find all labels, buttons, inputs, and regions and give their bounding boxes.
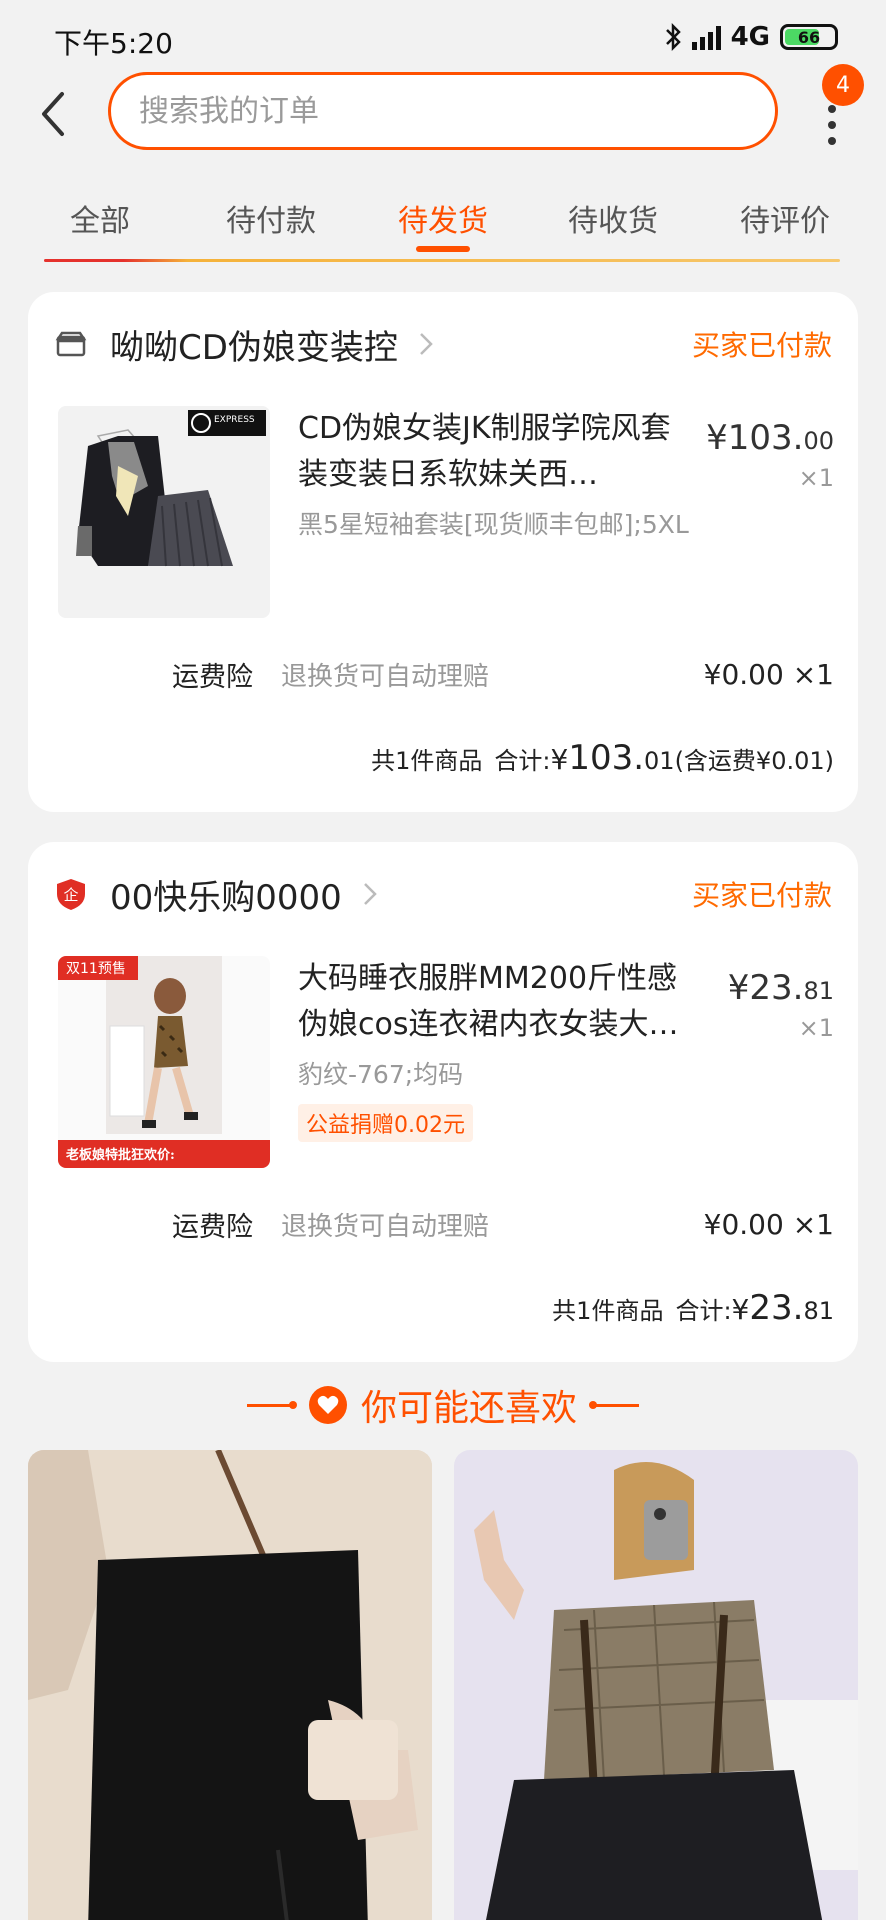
shop-name: 00快乐购0000 bbox=[110, 877, 342, 918]
recommend-item[interactable] bbox=[28, 1450, 432, 1920]
product-quantity: ×1 bbox=[798, 464, 834, 492]
back-button[interactable] bbox=[28, 84, 78, 144]
product-title[interactable]: 大码睡衣服胖MM200斤性感伪娘cos连衣裙内衣女装大… bbox=[298, 956, 698, 1048]
battery-icon: 66 bbox=[780, 24, 838, 50]
order-total: 共1件商品 合计: ¥103. 01 (含运费¥0.01) bbox=[371, 738, 834, 778]
insurance-price: ¥0.00 ×1 bbox=[703, 657, 834, 691]
status-icons: 4G 66 bbox=[664, 22, 838, 52]
header: 4 bbox=[0, 64, 886, 170]
product-spec: 黑5星短袖套装[现货顺丰包邮];5XL bbox=[298, 510, 689, 539]
back-arrow-icon bbox=[42, 92, 64, 136]
insurance-desc: 退换货可自动理赔 bbox=[281, 661, 490, 692]
insurance-label: 运费险 bbox=[172, 661, 253, 693]
insurance-price: ¥0.00 ×1 bbox=[703, 1207, 834, 1241]
product-thumbnail[interactable]: 双11预售 老板娘特批狂欢价: bbox=[58, 956, 270, 1168]
shop-header[interactable]: 呦呦CD伪娘变装控 买家已付款 bbox=[54, 314, 832, 374]
shop-header[interactable]: 企 00快乐购0000 买家已付款 bbox=[54, 864, 832, 924]
order-status: 买家已付款 bbox=[691, 879, 832, 912]
product-price: ¥23.81 bbox=[727, 968, 834, 1008]
shipping-insurance-row: 运费险 退换货可自动理赔 ¥0.00 ×1 bbox=[172, 654, 834, 694]
chevron-right-icon bbox=[420, 333, 433, 355]
recommend-item[interactable] bbox=[454, 1450, 858, 1920]
recommend-image bbox=[28, 1450, 432, 1920]
enterprise-shield-icon: 企 bbox=[57, 879, 85, 910]
battery-level: 66 bbox=[797, 27, 821, 47]
order-card[interactable]: 呦呦CD伪娘变装控 买家已付款 EXPRESS CD伪娘女装JK制服学院风套装变… bbox=[28, 292, 858, 812]
shop-name: 呦呦CD伪娘变装控 bbox=[110, 327, 398, 368]
more-dot-icon bbox=[828, 105, 836, 113]
decor-line bbox=[246, 1400, 297, 1409]
search-box[interactable] bbox=[108, 72, 778, 150]
uniform-image: EXPRESS bbox=[58, 406, 270, 618]
insurance-desc: 退换货可自动理赔 bbox=[281, 1211, 490, 1242]
store-icon bbox=[55, 331, 87, 357]
order-tabs: 全部 待付款 待发货 待收货 待评价 bbox=[0, 180, 886, 262]
network-label: 4G bbox=[730, 22, 770, 52]
tab-all[interactable]: 全部 bbox=[70, 196, 130, 240]
insurance-label: 运费险 bbox=[172, 1211, 253, 1243]
recommend-title: 你可能还喜欢 bbox=[360, 1388, 577, 1429]
product-thumbnail[interactable]: EXPRESS bbox=[58, 406, 270, 618]
bluetooth-icon bbox=[665, 22, 681, 52]
message-badge: 4 bbox=[822, 64, 864, 106]
charity-tag: 公益捐赠0.02元 bbox=[298, 1104, 473, 1142]
status-time: 下午5:20 bbox=[54, 27, 173, 60]
active-tab-indicator bbox=[416, 246, 470, 252]
presale-tag: 双11预售 bbox=[66, 961, 126, 977]
product-spec: 豹纹-767;均码 bbox=[298, 1060, 464, 1089]
search-input[interactable] bbox=[139, 93, 775, 129]
order-total: 共1件商品 合计: ¥23. 81 bbox=[552, 1288, 834, 1328]
tab-pending-receipt[interactable]: 待收货 bbox=[568, 196, 658, 240]
heart-icon bbox=[308, 1386, 347, 1424]
status-bar: 下午5:20 4G 66 bbox=[0, 0, 886, 70]
order-card[interactable]: 企 00快乐购0000 买家已付款 双11预售 老板娘特批狂欢价: 大码睡衣服胖… bbox=[28, 842, 858, 1362]
thumb-banner-text: 老板娘特批狂欢价: bbox=[65, 1147, 175, 1163]
chevron-right-icon bbox=[363, 883, 377, 905]
tabs-divider bbox=[44, 259, 840, 262]
product-price: ¥103.00 bbox=[706, 418, 834, 458]
more-dot-icon bbox=[828, 137, 836, 145]
tab-pending-payment[interactable]: 待付款 bbox=[226, 196, 316, 240]
product-quantity: ×1 bbox=[798, 1014, 834, 1042]
recommend-header: 你可能还喜欢 bbox=[0, 1370, 886, 1440]
express-badge-text: EXPRESS bbox=[214, 415, 255, 425]
signal-icon bbox=[691, 24, 721, 50]
svg-text:企: 企 bbox=[63, 886, 78, 904]
shipping-insurance-row: 运费险 退换货可自动理赔 ¥0.00 ×1 bbox=[172, 1204, 834, 1244]
tab-pending-shipment[interactable]: 待发货 bbox=[398, 196, 488, 240]
tab-pending-review[interactable]: 待评价 bbox=[740, 196, 830, 240]
recommend-image bbox=[454, 1450, 858, 1920]
product-title[interactable]: CD伪娘女装JK制服学院风套装变装日系软妹关西… bbox=[298, 406, 698, 498]
more-dot-icon bbox=[828, 121, 836, 129]
decor-line bbox=[589, 1400, 639, 1409]
order-status: 买家已付款 bbox=[691, 329, 832, 362]
nightwear-image: 双11预售 老板娘特批狂欢价: bbox=[58, 956, 270, 1168]
